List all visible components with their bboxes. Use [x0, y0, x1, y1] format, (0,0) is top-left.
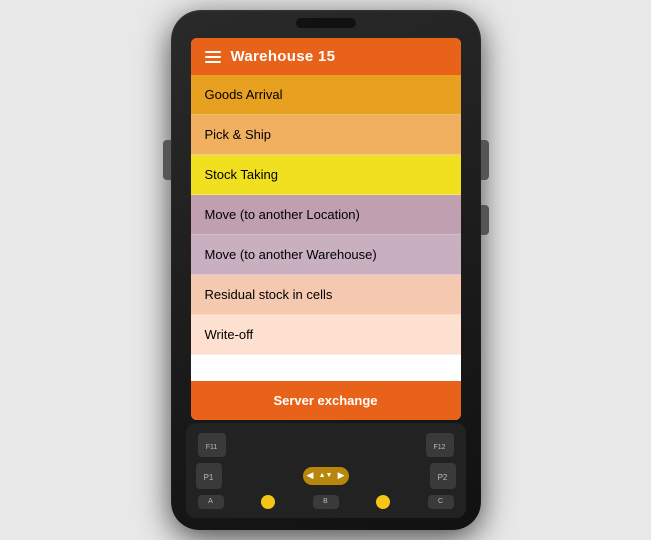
dpad-left-icon: ◀ — [307, 471, 314, 480]
key-a-label: A — [208, 498, 213, 505]
fn11-label: F11 — [206, 444, 218, 451]
menu-item-3[interactable]: Move (to another Location) — [191, 195, 461, 235]
menu-item-6[interactable]: Write-off — [191, 315, 461, 355]
side-button-right-upper[interactable] — [481, 140, 489, 180]
server-exchange-button[interactable]: Server exchange — [191, 381, 461, 420]
key-b-label: B — [323, 498, 328, 505]
keypad-bottom-row: A B C — [194, 495, 458, 509]
speaker-notch — [296, 18, 356, 28]
keypad-middle-row: P1 ◀ ▲▼ ▶ P2 — [194, 463, 458, 489]
dpad-center[interactable]: ◀ ▲▼ ▶ — [303, 467, 349, 485]
key-a-button[interactable]: A — [198, 495, 224, 509]
p2-button[interactable]: P2 — [430, 463, 456, 489]
menu-item-4[interactable]: Move (to another Warehouse) — [191, 235, 461, 275]
handheld-device: Warehouse 15 Goods ArrivalPick & ShipSto… — [171, 10, 481, 530]
fn12-label: F12 — [433, 444, 445, 451]
menu-item-2[interactable]: Stock Taking — [191, 155, 461, 195]
dpad[interactable]: ◀ ▲▼ ▶ — [303, 467, 349, 485]
device-screen: Warehouse 15 Goods ArrivalPick & ShipSto… — [191, 38, 461, 420]
yellow-circle-button-2[interactable] — [376, 495, 390, 509]
p1-label: P1 — [204, 473, 214, 482]
fn11-button[interactable]: F11 — [198, 433, 226, 457]
p1-button[interactable]: P1 — [196, 463, 222, 489]
key-c-label: C — [438, 498, 443, 505]
dpad-right-icon: ▶ — [338, 471, 345, 480]
fn12-button[interactable]: F12 — [426, 433, 454, 457]
menu-item-0[interactable]: Goods Arrival — [191, 75, 461, 115]
key-b-button[interactable]: B — [313, 495, 339, 509]
device-body: Warehouse 15 Goods ArrivalPick & ShipSto… — [171, 10, 481, 530]
keypad-fn-row: F11 F12 — [194, 433, 458, 457]
hamburger-icon[interactable] — [205, 51, 221, 63]
side-button-left[interactable] — [163, 140, 171, 180]
menu-item-5[interactable]: Residual stock in cells — [191, 275, 461, 315]
menu-list: Goods ArrivalPick & ShipStock TakingMove… — [191, 75, 461, 355]
dpad-up-icon: ▲▼ — [319, 472, 333, 479]
key-c-button[interactable]: C — [428, 495, 454, 509]
yellow-circle-button[interactable] — [261, 495, 275, 509]
p2-label: P2 — [438, 473, 448, 482]
side-button-right-lower[interactable] — [481, 205, 489, 235]
menu-item-1[interactable]: Pick & Ship — [191, 115, 461, 155]
app-title: Warehouse 15 — [231, 48, 336, 65]
app-header: Warehouse 15 — [191, 38, 461, 75]
keypad-area: F11 F12 P1 ◀ ▲▼ ▶ P2 — [186, 423, 466, 518]
